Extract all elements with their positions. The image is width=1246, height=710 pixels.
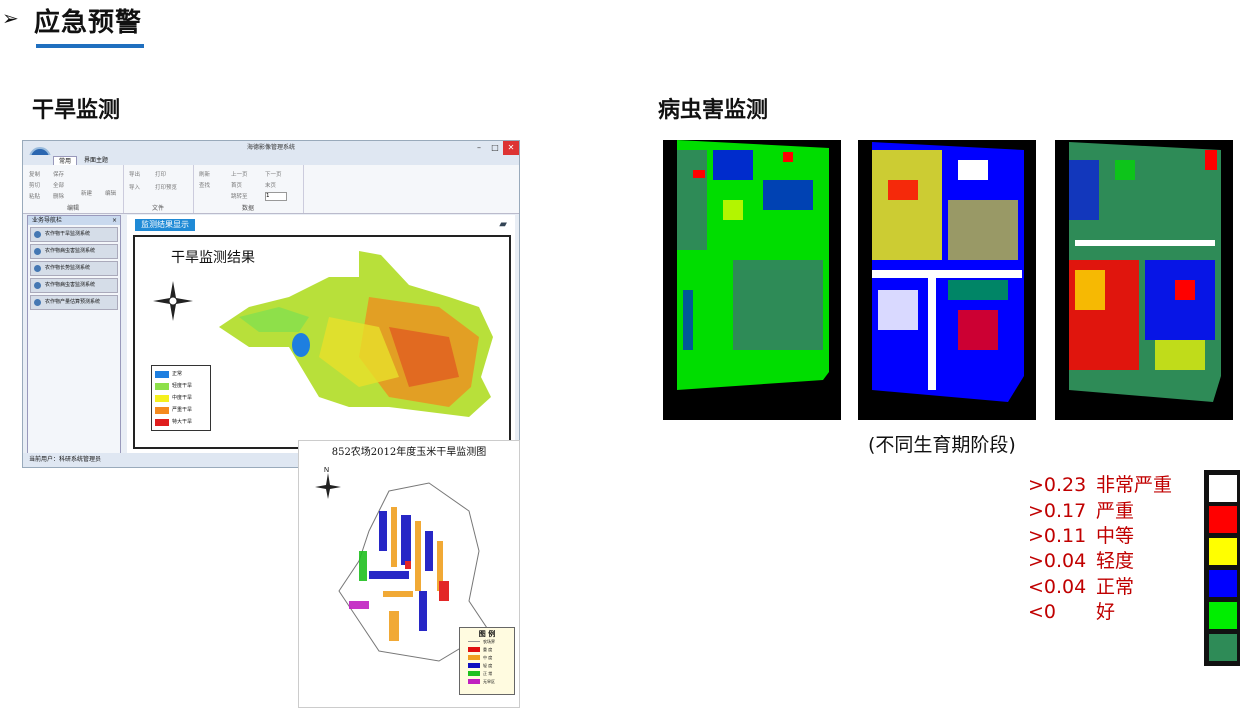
- tab-theme[interactable]: 界面主题: [79, 156, 113, 165]
- result-display-button[interactable]: 监测结果显示: [135, 219, 195, 231]
- window-title: 海德影像管理系统: [246, 144, 295, 151]
- ribbon-prev-page[interactable]: 上一页: [231, 170, 248, 178]
- swatch-good: [1208, 633, 1238, 662]
- nav-item-pest-2[interactable]: 农作物病虫害监测系统: [30, 278, 118, 293]
- ribbon-all[interactable]: 全部: [53, 181, 64, 189]
- ribbon-delete[interactable]: 删除: [53, 192, 64, 200]
- ribbon-edit[interactable]: 编辑: [105, 189, 116, 197]
- swatch-mild: [1208, 569, 1238, 598]
- threshold-row: <0.04 正常: [1028, 576, 1135, 598]
- ribbon-print-preview[interactable]: 打印预览: [155, 183, 177, 191]
- legend-row: 正常: [155, 371, 207, 378]
- page-title: 应急预警: [34, 8, 143, 38]
- nav-item-growth[interactable]: 农作物长势监测系统: [30, 261, 118, 276]
- close-button[interactable]: ✕: [503, 141, 519, 155]
- drought-map-image: [219, 251, 493, 417]
- swatch-normal: [1208, 601, 1238, 630]
- ribbon-copy[interactable]: 复制: [29, 170, 40, 178]
- ribbon-next-page[interactable]: 下一页: [265, 170, 282, 178]
- legend-row: 无旱区: [468, 679, 495, 685]
- minimize-button[interactable]: –: [471, 141, 487, 155]
- ribbon-refresh[interactable]: 刷新: [199, 170, 210, 178]
- legend-row: 中度干旱: [155, 395, 207, 402]
- book-icon[interactable]: ▰: [499, 219, 507, 230]
- ribbon: 复制 保存 剪切 全部 粘贴 删除 新建 编辑 编辑 导出 打印 导入 打印预览…: [23, 165, 519, 214]
- ribbon-save[interactable]: 保存: [53, 170, 64, 178]
- nav-item-yield[interactable]: 农作物产量估算预测系统: [30, 295, 118, 310]
- severity-color-scale: [1204, 470, 1240, 666]
- drought-map-frame: 干旱监测结果 正常 轻度干旱 中度干旱 严重干旱 特大干旱: [133, 235, 511, 449]
- legend-row: 轻 度: [468, 663, 492, 669]
- pest-map-stage-3: [1055, 140, 1233, 420]
- drought-title: 干旱监测: [32, 98, 121, 123]
- drought-map-legend: 正常 轻度干旱 中度干旱 严重干旱 特大干旱: [151, 365, 211, 431]
- swatch-very-severe: [1208, 474, 1238, 503]
- farm-drought-map: 852农场2012年度玉米干旱监测图 N 图 例 农场界 重 度 中 度 轻 度: [298, 440, 520, 708]
- legend-row: 中 度: [468, 655, 492, 661]
- ribbon-group-edit: 复制 保存 剪切 全部 粘贴 删除 新建 编辑 编辑: [23, 165, 124, 213]
- threshold-row: >0.11 中等: [1028, 525, 1135, 547]
- main-panel: 监测结果显示 ▰ 干旱监测结果 正常 轻度干旱 中度干旱 严重干旱 特大干旱: [127, 215, 515, 453]
- compass-icon: [153, 281, 193, 321]
- ribbon-goto[interactable]: 跳转至: [231, 192, 248, 200]
- farm-map-legend: 图 例 农场界 重 度 中 度 轻 度 正 常 无旱区: [459, 627, 515, 695]
- ribbon-group-data: 刷新 上一页 下一页 查找 首页 末页 跳转至 1 数据: [193, 165, 304, 213]
- nav-item-drought[interactable]: 农作物干旱监测系统: [30, 227, 118, 242]
- nav-panel-title: 业务导航栏: [32, 217, 63, 224]
- nav-panel-header: 业务导航栏 ×: [28, 216, 120, 225]
- bullet-arrow-icon: ➢: [2, 6, 19, 30]
- legend-row: 轻度干旱: [155, 383, 207, 390]
- group-label-data: 数据: [241, 205, 254, 212]
- legend-row: 农场界: [468, 639, 495, 645]
- app-window: 海德影像管理系统 – □ ✕ 常用 界面主题 复制 保存 剪切 全部 粘贴 删除…: [22, 140, 520, 468]
- legend-row: 重 度: [468, 647, 492, 653]
- ribbon-tabs: 常用 界面主题: [23, 155, 519, 166]
- pest-title: 病虫害监测: [658, 98, 769, 123]
- ribbon-group-file: 导出 打印 导入 打印预览 文件: [123, 165, 194, 213]
- ribbon-export[interactable]: 导出: [129, 170, 140, 178]
- page-number-input[interactable]: 1: [265, 192, 287, 201]
- swatch-moderate: [1208, 537, 1238, 566]
- legend-row: 严重干旱: [155, 407, 207, 414]
- threshold-row: >0.17 严重: [1028, 500, 1135, 522]
- ribbon-first-page[interactable]: 首页: [231, 181, 242, 189]
- ribbon-new[interactable]: 新建: [81, 189, 92, 197]
- pest-caption: (不同生育期阶段): [868, 434, 1016, 456]
- farm-map-title: 852农场2012年度玉米干旱监测图: [331, 447, 487, 458]
- farm-legend-title: 图 例: [478, 630, 496, 638]
- ribbon-find[interactable]: 查找: [199, 181, 210, 189]
- group-label-edit: 编辑: [66, 205, 79, 212]
- nav-panel: 业务导航栏 × 农作物干旱监测系统 农作物病虫害监测系统 农作物长势监测系统 农作…: [27, 215, 121, 455]
- swatch-severe: [1208, 505, 1238, 534]
- threshold-row: >0.23 非常严重: [1028, 474, 1173, 496]
- pin-icon[interactable]: ×: [112, 216, 117, 225]
- ribbon-paste[interactable]: 粘贴: [29, 192, 40, 200]
- legend-row: 正 常: [468, 671, 492, 677]
- ribbon-cut[interactable]: 剪切: [29, 181, 40, 189]
- pest-map-stage-2: [858, 140, 1036, 420]
- ribbon-import[interactable]: 导入: [129, 183, 140, 191]
- nav-item-pest[interactable]: 农作物病虫害监测系统: [30, 244, 118, 259]
- threshold-row: >0.04 轻度: [1028, 550, 1135, 572]
- maximize-button[interactable]: □: [487, 141, 503, 155]
- pest-map-stage-1: [663, 140, 841, 420]
- threshold-row: <0 好: [1028, 601, 1116, 623]
- ribbon-print[interactable]: 打印: [155, 170, 166, 178]
- title-underline: [36, 44, 144, 48]
- legend-row: 特大干旱: [155, 419, 207, 426]
- group-label-file: 文件: [151, 205, 164, 212]
- window-titlebar: 海德影像管理系统 – □ ✕: [23, 141, 519, 155]
- ribbon-last-page[interactable]: 末页: [265, 181, 276, 189]
